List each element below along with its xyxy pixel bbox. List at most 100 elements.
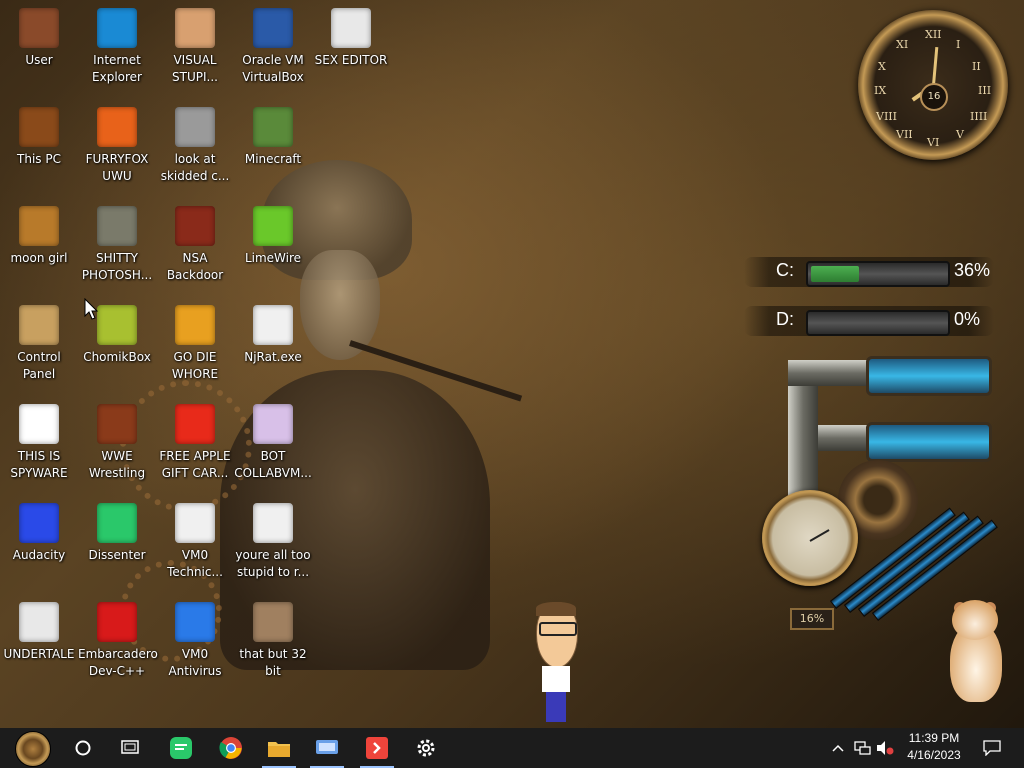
- desktop-icon-label: look at skidded c...: [160, 152, 230, 183]
- desktop-icon-label: GO DIE WHORE: [171, 350, 219, 381]
- clock-numeral: VII: [896, 128, 913, 141]
- desktop-icon-label: VISUAL STUPI...: [172, 53, 218, 84]
- chevron-up-icon: [832, 744, 844, 752]
- anydesk-icon: [366, 737, 388, 759]
- chrome-icon: [219, 737, 242, 759]
- taskbar-settings[interactable]: [403, 728, 449, 768]
- taskbar-dissenter[interactable]: [158, 728, 204, 768]
- skull-icon: [253, 305, 293, 345]
- tv-icon: [97, 404, 137, 444]
- desktop-icon[interactable]: WWE Wrestling: [78, 404, 156, 482]
- user-folder-icon: [19, 8, 59, 48]
- chrome-icon: [19, 404, 59, 444]
- system-meter-gadget[interactable]: 16%: [748, 350, 998, 640]
- desktop-icon[interactable]: look at skidded c...: [156, 107, 234, 185]
- dissenter-icon: [97, 503, 137, 543]
- drive-letter: D:: [776, 309, 794, 329]
- clock-numeral: III: [978, 84, 992, 97]
- taskbar-time: 11:39 PM: [908, 731, 960, 745]
- taskbar-clock[interactable]: 11:39 PM 4/16/2023: [892, 730, 976, 766]
- meter-glass-tube: [866, 422, 992, 462]
- clock-gadget[interactable]: XII I II III IIII V VI VII VIII IX X XI …: [858, 10, 1008, 160]
- cortana-button[interactable]: [60, 728, 106, 768]
- desktop-icon[interactable]: Audacity: [0, 503, 78, 564]
- desktop-icon-label: FREE APPLE GIFT CAR...: [159, 449, 231, 480]
- desktop-icon[interactable]: Embarcadero Dev-C++: [78, 602, 158, 680]
- portrait-painting-icon: [253, 602, 293, 642]
- desktop-icon[interactable]: FREE APPLE GIFT CAR...: [156, 404, 234, 482]
- desktop-icon[interactable]: UNDERTALE: [0, 602, 78, 663]
- meter-percent: 16%: [790, 608, 834, 630]
- desktop-icon[interactable]: Internet Explorer: [78, 8, 156, 86]
- devcpp-icon: [97, 602, 137, 642]
- drive-meter-c[interactable]: C: 36%: [744, 257, 994, 287]
- mouse-cursor-icon: [84, 298, 98, 320]
- character-pants: [546, 692, 566, 722]
- gauge-needle: [809, 529, 830, 542]
- task-view-button[interactable]: [107, 728, 153, 768]
- clock-numeral: I: [956, 38, 961, 51]
- desktop-pet-hamster[interactable]: [942, 600, 1006, 710]
- network-tray-button[interactable]: [850, 728, 874, 768]
- hamster-head: [952, 600, 998, 640]
- clock-date: 16: [920, 83, 948, 111]
- desktop-icon[interactable]: SHITTY PHOTOSH...: [78, 206, 156, 284]
- show-hidden-icons-button[interactable]: [828, 728, 848, 768]
- desktop-icon[interactable]: Oracle VM VirtualBox: [234, 8, 312, 86]
- desktop-icon-label: VM0 Antivirus: [168, 647, 222, 678]
- taskbar-file-explorer[interactable]: [256, 728, 302, 768]
- desktop-icon[interactable]: This PC: [0, 107, 78, 168]
- desktop-icon[interactable]: Dissenter: [78, 503, 156, 564]
- desktop-icon[interactable]: User: [0, 8, 78, 69]
- notifications-button[interactable]: [980, 728, 1004, 768]
- task-view-icon: [121, 740, 139, 754]
- taskbar-chrome[interactable]: [208, 728, 254, 768]
- monitor-icon: [253, 404, 293, 444]
- start-button[interactable]: [8, 730, 58, 767]
- desktop-icon-label: moon girl: [10, 251, 68, 265]
- desktop-icon[interactable]: VM0 Technic...: [156, 503, 234, 581]
- desktop-icon[interactable]: NjRat.exe: [234, 305, 312, 366]
- desktop-icon[interactable]: that but 32 bit: [234, 602, 312, 680]
- desktop-icon[interactable]: FURRYFOX UWU: [78, 107, 156, 185]
- chomikbox-icon: [97, 305, 137, 345]
- desktop-icon[interactable]: LimeWire: [234, 206, 312, 267]
- pipe: [788, 360, 878, 386]
- desktop-icon-label: THIS IS SPYWARE: [10, 449, 68, 480]
- taskbar-remote[interactable]: [304, 728, 350, 768]
- desktop-icon[interactable]: Minecraft: [234, 107, 312, 168]
- taskbar: 11:39 PM 4/16/2023: [0, 728, 1024, 768]
- desktop-icon-label: Dissenter: [88, 548, 146, 562]
- desktop-icon-label: ChomikBox: [83, 350, 151, 364]
- desktop-icon[interactable]: BOT COLLABVM...: [234, 404, 312, 482]
- gear-icon: [417, 739, 435, 757]
- desktop-icon[interactable]: VM0 Antivirus: [156, 602, 234, 680]
- desktop-icon[interactable]: SEX EDITOR: [312, 8, 390, 69]
- drive-percent: 36%: [954, 260, 991, 280]
- desktop-icon-label: Control Panel: [17, 350, 61, 381]
- taskbar-date: 4/16/2023: [907, 748, 961, 762]
- drive-meter-d[interactable]: D: 0%: [744, 306, 994, 336]
- clock-numeral: XII: [925, 28, 942, 41]
- desktop-icon[interactable]: NSA Backdoor: [156, 206, 234, 284]
- desktop: User Internet Explorer VISUAL STUPI... Orac…: [0, 0, 1024, 728]
- clock-numeral: XI: [896, 38, 909, 51]
- desktop-icon-label: VM0 Technic...: [167, 548, 223, 579]
- desktop-character-hank: [528, 602, 584, 724]
- clock-numeral: IX: [874, 84, 887, 97]
- desktop-icon[interactable]: GO DIE WHORE: [156, 305, 234, 383]
- desktop-icon[interactable]: Control Panel: [0, 305, 78, 383]
- taskbar-anydesk[interactable]: [354, 728, 400, 768]
- notification-icon: [983, 740, 1001, 756]
- desktop-icon-label: WWE Wrestling: [88, 449, 146, 480]
- desktop-icon[interactable]: youre all too stupid to r...: [234, 503, 312, 581]
- desktop-icon-label: that but 32 bit: [239, 647, 307, 678]
- portrait-sketch-icon: [253, 503, 293, 543]
- desktop-icon-label: LimeWire: [244, 251, 302, 265]
- dissenter-icon: [170, 737, 192, 759]
- computer-icon: [19, 107, 59, 147]
- desktop-icon[interactable]: VISUAL STUPI...: [156, 8, 234, 86]
- desktop-icon[interactable]: moon girl: [0, 206, 78, 267]
- desktop-icon[interactable]: THIS IS SPYWARE: [0, 404, 78, 482]
- desktop-icon-label: This PC: [17, 152, 61, 166]
